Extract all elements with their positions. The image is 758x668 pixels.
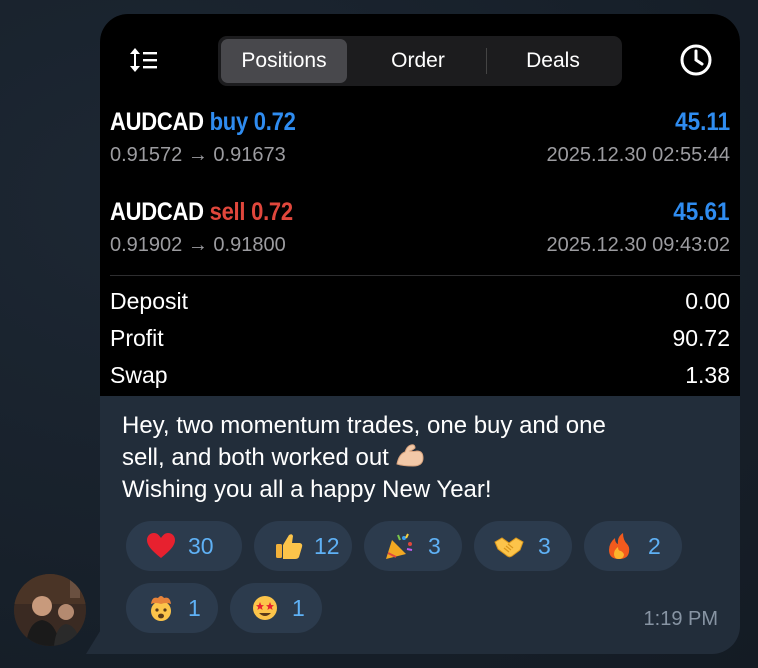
reaction-count: 2 bbox=[648, 533, 661, 559]
sort-icon bbox=[128, 44, 160, 76]
reaction-thumbs-up[interactable]: 12 bbox=[254, 521, 352, 571]
summary-value: 90.72 bbox=[672, 325, 730, 351]
position-prices: 0.91572 → 0.91673 bbox=[110, 144, 286, 166]
summary-row-swap: Swap 1.38 bbox=[110, 362, 730, 398]
thumbs-up-icon bbox=[274, 532, 304, 560]
tab-divider bbox=[486, 48, 487, 74]
reaction-heart[interactable]: 30 bbox=[126, 521, 242, 571]
party-popper-icon bbox=[384, 532, 414, 560]
position-time: 2025.12.30 09:43:02 bbox=[546, 234, 730, 256]
position-title: AUDCAD sell 0.72 bbox=[110, 198, 293, 227]
reaction-fire[interactable]: 2 bbox=[584, 521, 682, 571]
tab-order[interactable]: Order bbox=[352, 39, 484, 83]
position-side: buy bbox=[209, 108, 249, 136]
summary-value: 0.00 bbox=[685, 288, 730, 314]
handshake-icon bbox=[494, 532, 524, 560]
reaction-count: 30 bbox=[188, 533, 214, 559]
position-side: sell bbox=[209, 198, 246, 226]
reaction-count: 3 bbox=[428, 533, 441, 559]
reaction-count: 1 bbox=[292, 595, 305, 621]
summary-divider bbox=[110, 275, 740, 276]
reaction-star-struck[interactable]: 1 bbox=[230, 583, 322, 633]
position-time: 2025.12.30 02:55:44 bbox=[546, 144, 730, 166]
summary-value: 1.38 bbox=[685, 362, 730, 388]
reaction-party-popper[interactable]: 3 bbox=[364, 521, 462, 571]
reaction-count: 3 bbox=[538, 533, 551, 559]
red-heart-icon bbox=[146, 532, 176, 560]
position-symbol: AUDCAD bbox=[110, 198, 204, 226]
trading-screenshot[interactable]: Positions Order Deals AUDCAD buy 0.72 45… bbox=[100, 14, 740, 396]
message-line: sell, and both worked out bbox=[122, 442, 722, 474]
tab-positions[interactable]: Positions bbox=[221, 39, 347, 83]
position-symbol: AUDCAD bbox=[110, 108, 204, 136]
position-profit: 45.61 bbox=[673, 198, 730, 226]
reaction-exploding-head[interactable]: 1 bbox=[126, 583, 218, 633]
tab-deals[interactable]: Deals bbox=[488, 39, 618, 83]
star-struck-icon bbox=[250, 594, 280, 622]
summary-row-deposit: Deposit 0.00 bbox=[110, 288, 730, 324]
flexed-biceps-icon bbox=[395, 442, 425, 468]
summary-label: Swap bbox=[110, 362, 168, 388]
summary-label: Profit bbox=[110, 325, 164, 351]
history-clock-icon[interactable] bbox=[678, 42, 714, 78]
position-volume: 0.72 bbox=[251, 198, 293, 226]
fire-icon bbox=[604, 532, 634, 560]
reaction-count: 12 bbox=[314, 533, 340, 559]
position-prices: 0.91902 → 0.91800 bbox=[110, 234, 286, 256]
position-title: AUDCAD buy 0.72 bbox=[110, 108, 296, 137]
reaction-count: 1 bbox=[188, 595, 201, 621]
exploding-head-icon bbox=[146, 594, 176, 622]
segmented-control: Positions Order Deals bbox=[218, 36, 622, 86]
sender-avatar[interactable] bbox=[14, 574, 86, 646]
summary-row-profit: Profit 90.72 bbox=[110, 325, 730, 361]
message-bubble[interactable]: Positions Order Deals AUDCAD buy 0.72 45… bbox=[100, 14, 740, 654]
message-text: Hey, two momentum trades, one buy and on… bbox=[122, 410, 722, 506]
reaction-handshake[interactable]: 3 bbox=[474, 521, 572, 571]
summary-label: Deposit bbox=[110, 288, 188, 314]
position-profit: 45.11 bbox=[674, 108, 730, 136]
message-timestamp: 1:19 PM bbox=[643, 608, 718, 630]
message-line: Wishing you all a happy New Year! bbox=[122, 476, 492, 503]
position-volume: 0.72 bbox=[253, 108, 296, 136]
message-line: Hey, two momentum trades, one buy and on… bbox=[122, 412, 606, 439]
